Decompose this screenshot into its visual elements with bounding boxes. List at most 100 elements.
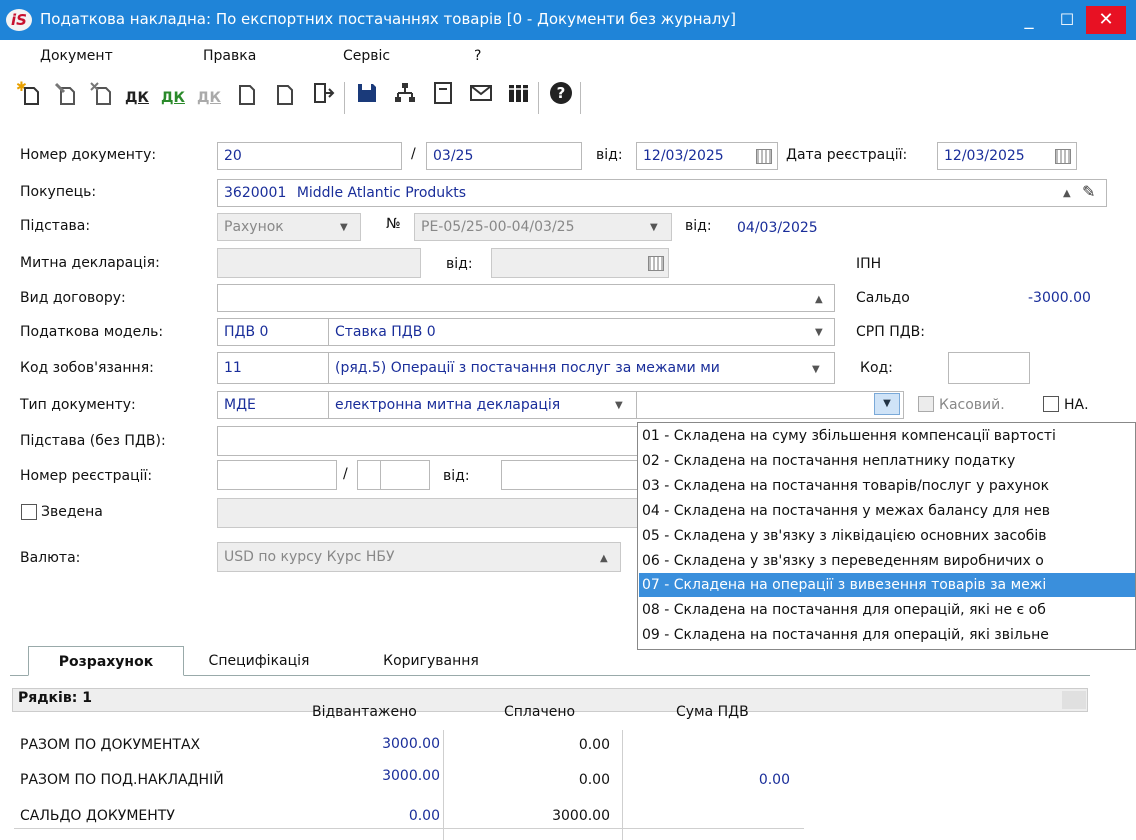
dropdown-option[interactable]: 08 - Складена на постачання для операцій…	[642, 598, 1046, 622]
doc-date-label: від:	[596, 147, 623, 163]
save-icon[interactable]	[350, 80, 384, 116]
basis-no-vat-label: Підстава (без ПДВ):	[20, 433, 166, 449]
tax-model-select[interactable]: Ставка ПДВ 0	[328, 318, 835, 346]
dropdown-option[interactable]: 03 - Складена на постачання товарів/посл…	[642, 474, 1049, 498]
cash-checkbox[interactable]	[918, 396, 934, 412]
doc-subtype-dropdown-list: 01 - Складена на суму збільшення компенс…	[637, 422, 1136, 650]
doc-number-input[interactable]: 20	[217, 142, 402, 170]
calendar-icon[interactable]	[648, 256, 664, 271]
tax-model-code-input[interactable]: ПДВ 0	[217, 318, 329, 346]
edit-pencil-icon[interactable]: ✎	[1082, 182, 1095, 201]
chevron-down-icon[interactable]: ▼	[812, 364, 820, 375]
doc-type-label: Тип документу:	[20, 397, 136, 413]
col-header-vat: Сума ПДВ	[676, 704, 749, 720]
doc2-icon[interactable]	[268, 80, 302, 116]
books-icon[interactable]	[502, 80, 536, 116]
dk-up-icon[interactable]: ДК	[156, 80, 190, 116]
reg-number-label: Номер реєстрації:	[20, 468, 153, 484]
slash-label: /	[411, 146, 416, 162]
dk-icon[interactable]: ДК	[120, 80, 154, 116]
doc-type-code-input[interactable]: МДЕ	[217, 391, 329, 419]
currency-select[interactable]: USD по курсу Курс НБУ	[217, 542, 621, 572]
code-input[interactable]	[948, 352, 1030, 384]
menu-document[interactable]: Документ	[40, 48, 113, 64]
close-button[interactable]: ✕	[1086, 6, 1126, 34]
cash-label: Касовий.	[939, 397, 1005, 413]
expand-up-icon[interactable]: ▲	[1063, 188, 1071, 199]
doc-number-suffix-input[interactable]: 03/25	[426, 142, 582, 170]
consolidated-checkbox[interactable]	[21, 504, 37, 520]
chevron-up-icon[interactable]: ▲	[815, 294, 823, 305]
buyer-name: Middle Atlantic Produkts	[296, 185, 467, 201]
calendar-icon[interactable]	[1055, 149, 1071, 164]
basis-number-select[interactable]: РЕ-05/25-00-04/03/25	[414, 213, 672, 241]
customs-input[interactable]	[217, 248, 421, 278]
na-checkbox[interactable]	[1043, 396, 1059, 412]
new-doc-icon[interactable]: ✱	[12, 80, 46, 116]
dropdown-option[interactable]: 06 - Складена у зв'язку з переведенням в…	[642, 549, 1044, 573]
delete-doc-icon[interactable]	[84, 80, 118, 116]
cell-shipped: 3000.00	[382, 768, 440, 784]
chevron-down-icon[interactable]: ▼	[650, 222, 658, 233]
ipn-label: ІПН	[856, 256, 882, 272]
tab-specification[interactable]: Специфікація	[196, 646, 322, 676]
obligation-code-input[interactable]: 11	[217, 352, 329, 384]
tree-icon[interactable]	[388, 80, 422, 116]
cell-shipped: 3000.00	[382, 736, 440, 752]
buyer-input[interactable]: 3620001 Middle Atlantic Produkts	[217, 179, 1107, 207]
chevron-down-icon[interactable]: ▼	[815, 327, 823, 338]
cell-paid: 0.00	[578, 737, 610, 753]
saldo-value: -3000.00	[1028, 290, 1091, 306]
dropdown-option[interactable]: 01 - Складена на суму збільшення компенс…	[642, 424, 1056, 448]
minimize-button[interactable]: _	[1010, 6, 1048, 34]
maximize-button[interactable]: ☐	[1048, 6, 1086, 34]
customs-date-input[interactable]	[491, 248, 669, 278]
mail-icon[interactable]	[464, 80, 498, 116]
help-icon[interactable]: ?	[544, 80, 578, 116]
row-label: РАЗОМ ПО ПОД.НАКЛАДНІЙ	[20, 772, 224, 788]
chevron-up-icon[interactable]: ▲	[600, 553, 608, 564]
doc-icon[interactable]	[230, 80, 264, 116]
dropdown-open-button[interactable]: ▼	[874, 393, 900, 415]
row-label: РАЗОМ ПО ДОКУМЕНТАХ	[20, 737, 201, 753]
reg-from-date-input[interactable]	[501, 460, 647, 490]
dropdown-option[interactable]: 04 - Складена на постачання у межах бала…	[642, 499, 1050, 523]
menu-service[interactable]: Сервіс	[343, 48, 390, 64]
copy-doc-icon[interactable]	[48, 80, 82, 116]
contract-type-select[interactable]	[217, 284, 835, 312]
form-icon[interactable]	[426, 80, 460, 116]
rows-bar-button[interactable]	[1062, 691, 1086, 709]
reg-number-part2-input[interactable]	[380, 460, 430, 490]
toolbar-separator	[538, 82, 539, 114]
dropdown-option[interactable]: 05 - Складена у зв'язку з ліквідацією ос…	[642, 524, 1047, 548]
doc-subtype-select[interactable]	[636, 391, 904, 419]
basis-date-value: 04/03/2025	[737, 220, 818, 236]
consolidated-input[interactable]	[217, 498, 647, 528]
doc-number-label: Номер документу:	[20, 147, 157, 163]
tab-corrections[interactable]: Коригування	[368, 646, 494, 676]
row-divider	[14, 828, 804, 829]
title-bar: iS Податкова накладна: По експортних пос…	[0, 0, 1136, 40]
window-title: Податкова накладна: По експортних постач…	[40, 10, 737, 28]
app-logo-icon: iS	[6, 9, 32, 31]
exit-icon[interactable]	[306, 80, 340, 116]
dropdown-option[interactable]: 02 - Складена на постачання неплатнику п…	[642, 449, 1015, 473]
calendar-icon[interactable]	[756, 149, 772, 164]
reg-number-part-input[interactable]	[357, 460, 381, 490]
dk-disabled-icon[interactable]: ДК	[192, 80, 226, 116]
row-label: САЛЬДО ДОКУМЕНТУ	[20, 808, 175, 824]
doc-type-select[interactable]: електронна митна декларація	[328, 391, 637, 419]
menu-edit[interactable]: Правка	[203, 48, 256, 64]
basis-no-vat-input[interactable]	[217, 426, 647, 456]
chevron-down-icon[interactable]: ▼	[615, 400, 623, 411]
cell-vat: 0.00	[758, 772, 790, 788]
na-label: НА.	[1064, 397, 1089, 413]
tab-calculation[interactable]: Розрахунок	[28, 646, 184, 676]
menu-help[interactable]: ?	[474, 48, 481, 64]
reg-number-input[interactable]	[217, 460, 337, 490]
toolbar-separator	[344, 82, 345, 114]
dropdown-option-selected[interactable]: 07 - Складена на операції з вивезення то…	[639, 573, 1135, 597]
chevron-down-icon[interactable]: ▼	[340, 222, 348, 233]
dropdown-option[interactable]: 09 - Складена на постачання для операцій…	[642, 623, 1049, 647]
obligation-select[interactable]: (ряд.5) Операції з постачання послуг за …	[328, 352, 835, 384]
